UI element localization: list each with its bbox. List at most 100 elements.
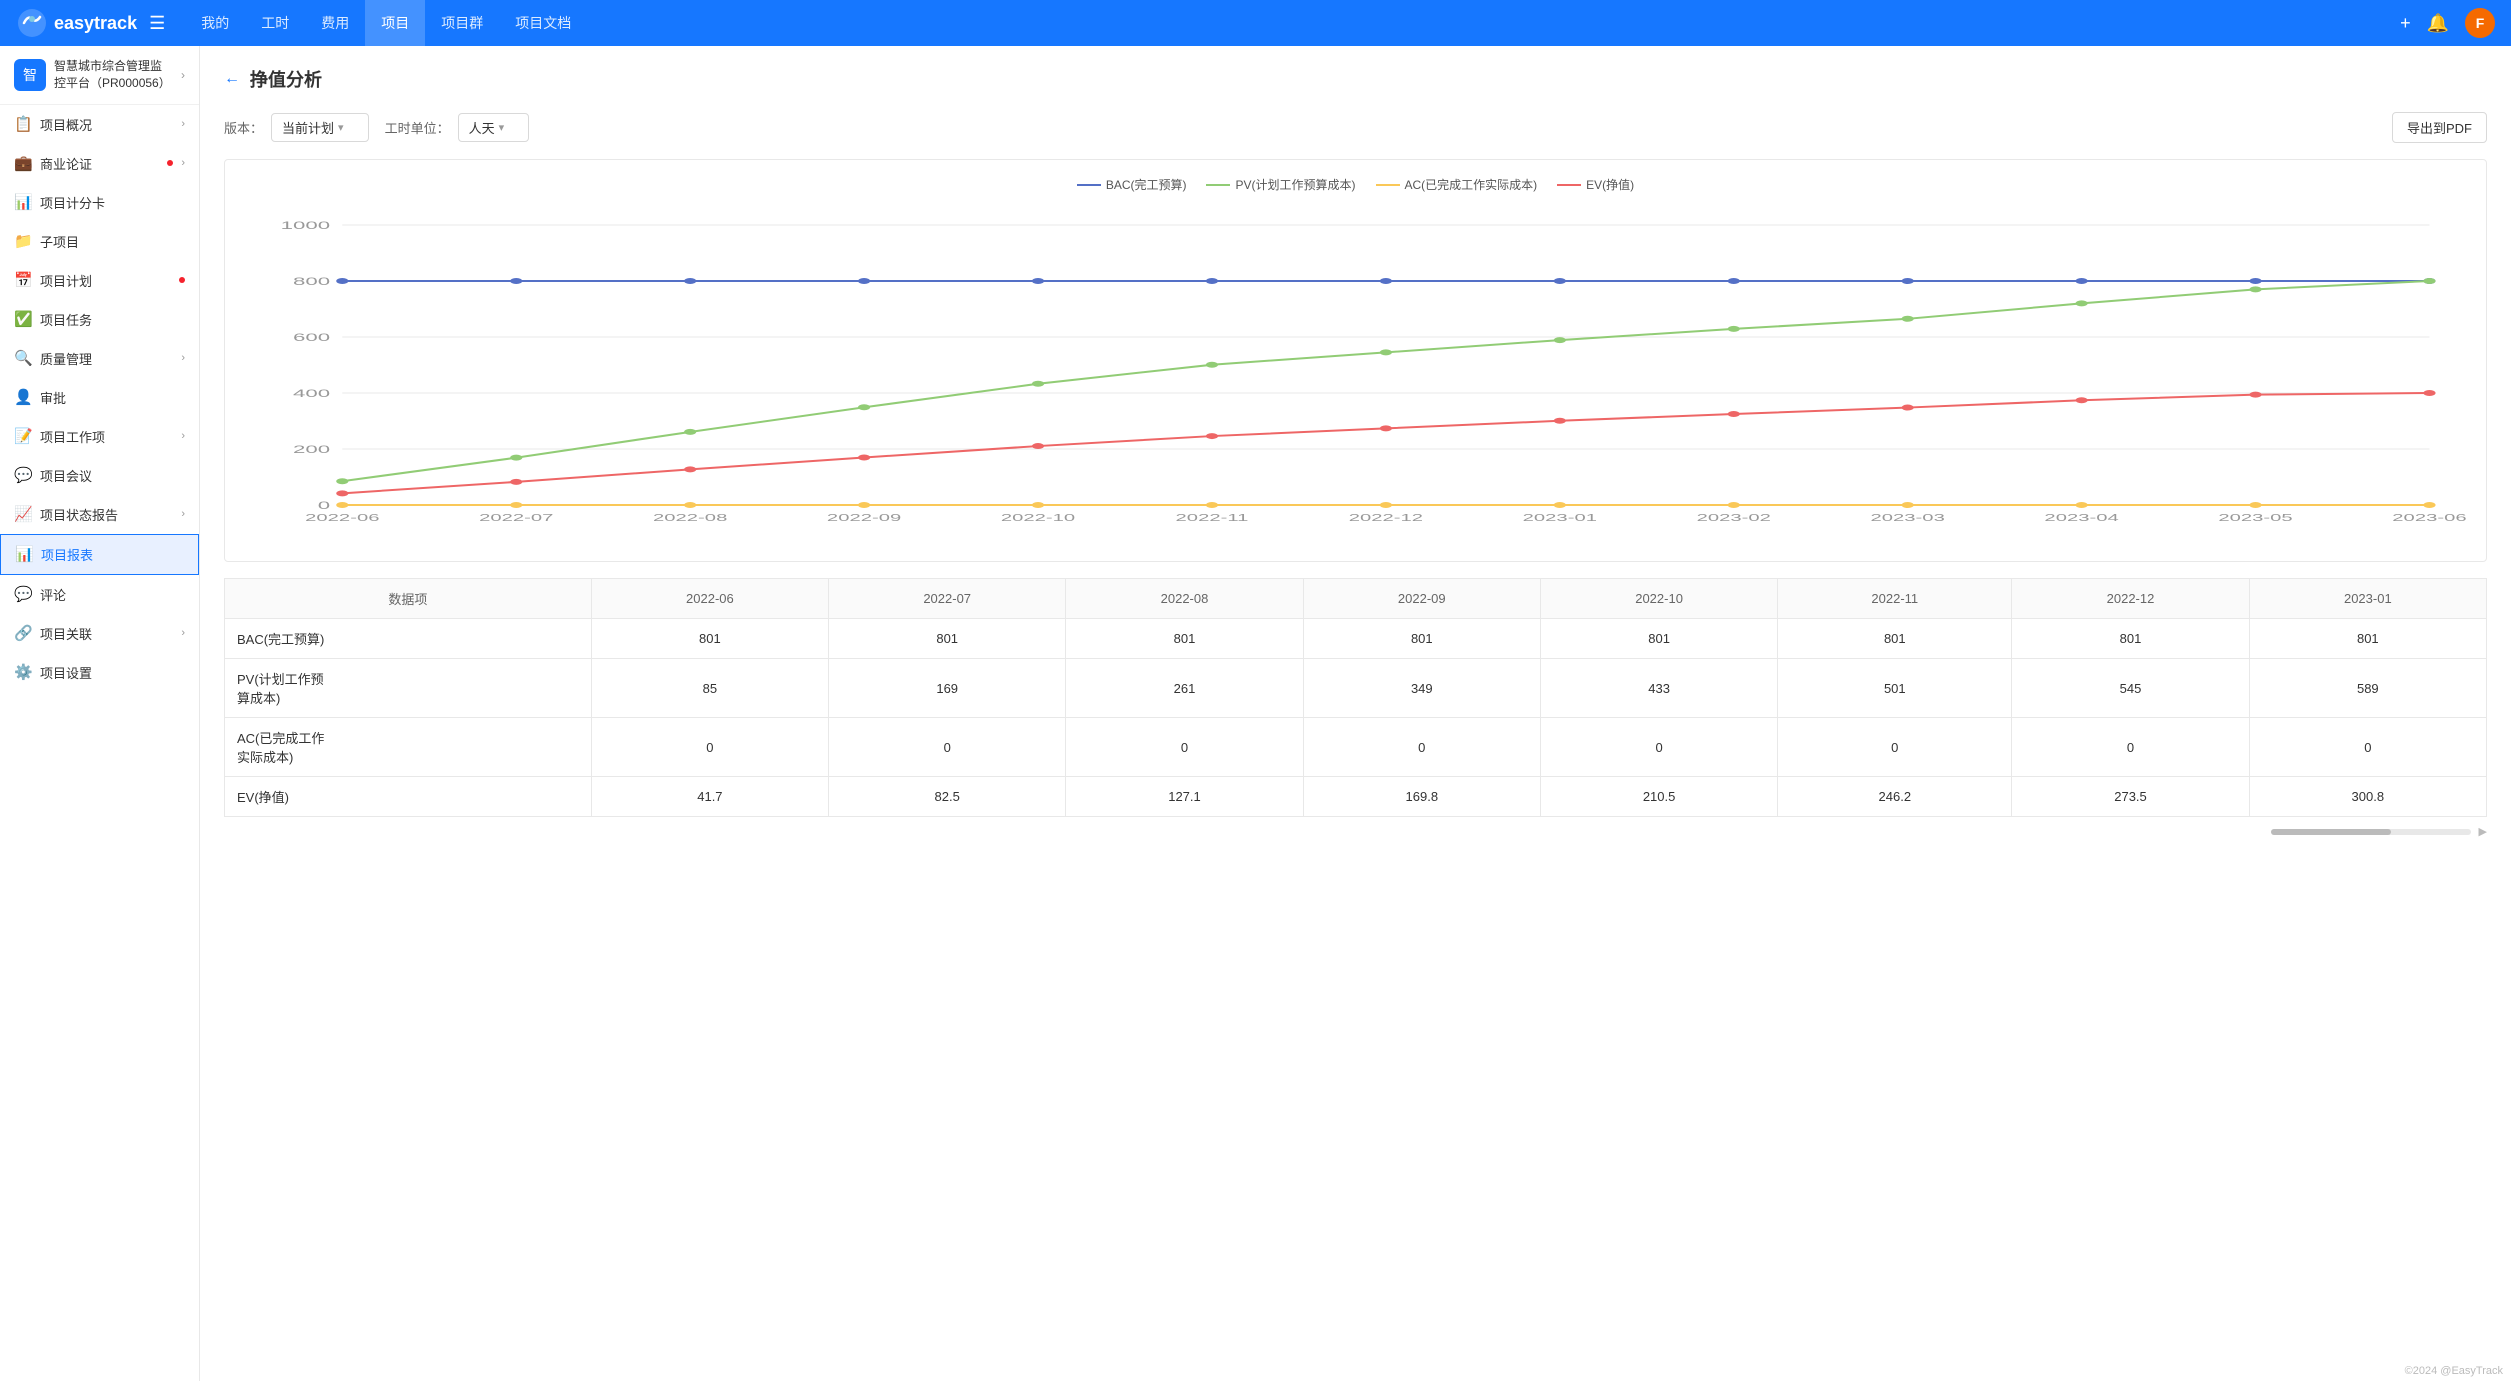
sidebar-arrow-project-association: › xyxy=(181,627,185,639)
nav-cost[interactable]: 费用 xyxy=(305,0,365,46)
table-header: 2022-07 xyxy=(829,579,1066,619)
sidebar-item-project-work-items[interactable]: 📝 项目工作项 › xyxy=(0,417,199,456)
legend-label: PV(计划工作预算成本) xyxy=(1235,176,1355,193)
sidebar-item-project-settings[interactable]: ⚙️ 项目设置 xyxy=(0,653,199,692)
sidebar-icon-project-work-items: 📝 xyxy=(14,427,32,445)
sidebar-label-approval: 审批 xyxy=(40,388,185,407)
sidebar-dot-business-case xyxy=(167,160,173,166)
unit-select[interactable]: 人天 ▾ xyxy=(458,113,530,142)
table-cell: 801 xyxy=(829,619,1066,659)
table-header: 2022-12 xyxy=(2012,579,2249,619)
sidebar-item-project-association[interactable]: 🔗 项目关联 › xyxy=(0,614,199,653)
nav-project-group[interactable]: 项目群 xyxy=(425,0,499,46)
nav-project[interactable]: 项目 xyxy=(365,0,425,46)
sidebar-item-project-scorecard[interactable]: 📊 项目计分卡 xyxy=(0,183,199,222)
hamburger-button[interactable]: ☰ xyxy=(149,13,165,34)
sidebar-menu: 📋 项目概况 › 💼 商业论证 › 📊 项目计分卡 📁 子项目 📅 项目计划 ✅… xyxy=(0,105,199,692)
svg-text:800: 800 xyxy=(293,275,330,288)
sidebar-item-project-status-report[interactable]: 📈 项目状态报告 › xyxy=(0,495,199,534)
sidebar-item-approval[interactable]: 👤 审批 xyxy=(0,378,199,417)
sidebar-item-project-overview[interactable]: 📋 项目概况 › xyxy=(0,105,199,144)
unit-control: 工时单位： 人天 ▾ xyxy=(385,113,530,142)
sidebar-item-project-report[interactable]: 📊 项目报表 xyxy=(0,534,199,575)
project-expand-icon[interactable]: › xyxy=(181,68,185,82)
legend-label: EV(挣值) xyxy=(1586,176,1634,193)
table-row-name: PV(计划工作预 算成本) xyxy=(225,659,592,718)
legend-item: EV(挣值) xyxy=(1557,176,1634,193)
svg-text:2023-05: 2023-05 xyxy=(2218,513,2292,524)
table-cell: 349 xyxy=(1303,659,1540,718)
table-cell: 0 xyxy=(2249,718,2486,777)
project-title: 智慧城市综合管理监控平台（PR000056） xyxy=(54,58,173,92)
nav-worktime[interactable]: 工时 xyxy=(245,0,305,46)
table-cell: 501 xyxy=(1778,659,2012,718)
sidebar-icon-project-scorecard: 📊 xyxy=(14,193,32,211)
sidebar-icon-project-association: 🔗 xyxy=(14,624,32,642)
copyright-text: ©2024 @EasyTrack xyxy=(2405,1365,2503,1377)
table-header: 2022-08 xyxy=(1066,579,1303,619)
svg-text:2023-04: 2023-04 xyxy=(2044,513,2118,524)
table-cell: 801 xyxy=(2012,619,2249,659)
svg-text:400: 400 xyxy=(293,387,330,400)
svg-text:2022-08: 2022-08 xyxy=(653,513,727,524)
svg-text:2022-10: 2022-10 xyxy=(1001,513,1075,524)
sidebar-label-project-status-report: 项目状态报告 xyxy=(40,505,173,524)
table-cell: 169 xyxy=(829,659,1066,718)
project-icon: 智 xyxy=(14,59,46,91)
controls-bar: 版本： 当前计划 ▾ 工时单位： 人天 ▾ 导出到PDF xyxy=(224,112,2487,143)
version-select-arrow: ▾ xyxy=(338,121,344,134)
sidebar-label-project-meeting: 项目会议 xyxy=(40,466,185,485)
sidebar-item-business-case[interactable]: 💼 商业论证 › xyxy=(0,144,199,183)
table-cell: 300.8 xyxy=(2249,777,2486,817)
table-cell: 545 xyxy=(2012,659,2249,718)
data-table: 数据项2022-062022-072022-082022-092022-1020… xyxy=(224,578,2487,817)
table-cell: 433 xyxy=(1540,659,1777,718)
sidebar-item-quality-management[interactable]: 🔍 质量管理 › xyxy=(0,339,199,378)
sidebar-label-quality-management: 质量管理 xyxy=(40,349,173,368)
page-header: ← 挣值分析 xyxy=(224,66,2487,92)
legend-item: AC(已完成工作实际成本) xyxy=(1376,176,1538,193)
back-button[interactable]: ← xyxy=(224,70,240,88)
sidebar-item-project-meeting[interactable]: 💬 项目会议 xyxy=(0,456,199,495)
user-avatar[interactable]: F xyxy=(2465,8,2495,38)
export-pdf-button[interactable]: 导出到PDF xyxy=(2392,112,2487,143)
table-cell: 0 xyxy=(1066,718,1303,777)
sidebar-label-project-work-items: 项目工作项 xyxy=(40,427,173,446)
chart-area: 020040060080010002022-062022-072022-0820… xyxy=(241,205,2470,545)
sidebar-item-project-task[interactable]: ✅ 项目任务 xyxy=(0,300,199,339)
legend-line xyxy=(1206,184,1230,186)
table-header: 数据项 xyxy=(225,579,592,619)
table-cell: 41.7 xyxy=(591,777,828,817)
project-header[interactable]: 智 智慧城市综合管理监控平台（PR000056） › xyxy=(0,46,199,105)
add-button[interactable]: + xyxy=(2400,13,2411,34)
table-header: 2022-06 xyxy=(591,579,828,619)
table-cell: 801 xyxy=(2249,619,2486,659)
svg-text:2023-06: 2023-06 xyxy=(2392,513,2466,524)
sidebar-item-sub-project[interactable]: 📁 子项目 xyxy=(0,222,199,261)
svg-text:2022-11: 2022-11 xyxy=(1176,513,1249,524)
top-navigation: easytrack ☰ 我的 工时 费用 项目 项目群 项目文档 + 🔔 F xyxy=(0,0,2511,46)
sidebar-icon-project-meeting: 💬 xyxy=(14,466,32,484)
version-select[interactable]: 当前计划 ▾ xyxy=(271,113,369,142)
page-title: 挣值分析 xyxy=(250,66,322,92)
table-cell: 801 xyxy=(1066,619,1303,659)
svg-text:600: 600 xyxy=(293,331,330,344)
nav-my[interactable]: 我的 xyxy=(185,0,245,46)
sidebar-icon-approval: 👤 xyxy=(14,388,32,406)
table-header: 2023-01 xyxy=(2249,579,2486,619)
sidebar-label-project-report: 项目报表 xyxy=(41,545,184,564)
table-cell: 82.5 xyxy=(829,777,1066,817)
nav-items: 我的 工时 费用 项目 项目群 项目文档 xyxy=(185,0,2400,46)
table-cell: 85 xyxy=(591,659,828,718)
notification-bell-icon[interactable]: 🔔 xyxy=(2427,13,2449,34)
sidebar-icon-project-overview: 📋 xyxy=(14,115,32,133)
sidebar-item-project-plan[interactable]: 📅 项目计划 xyxy=(0,261,199,300)
version-label: 版本： xyxy=(224,118,263,137)
sidebar-icon-project-report: 📊 xyxy=(15,545,33,563)
nav-project-doc[interactable]: 项目文档 xyxy=(499,0,587,46)
sidebar-icon-review: 💬 xyxy=(14,585,32,603)
table-cell: 801 xyxy=(1303,619,1540,659)
sidebar-item-review[interactable]: 💬 评论 xyxy=(0,575,199,614)
table-cell: 210.5 xyxy=(1540,777,1777,817)
app-logo[interactable]: easytrack xyxy=(16,7,137,39)
